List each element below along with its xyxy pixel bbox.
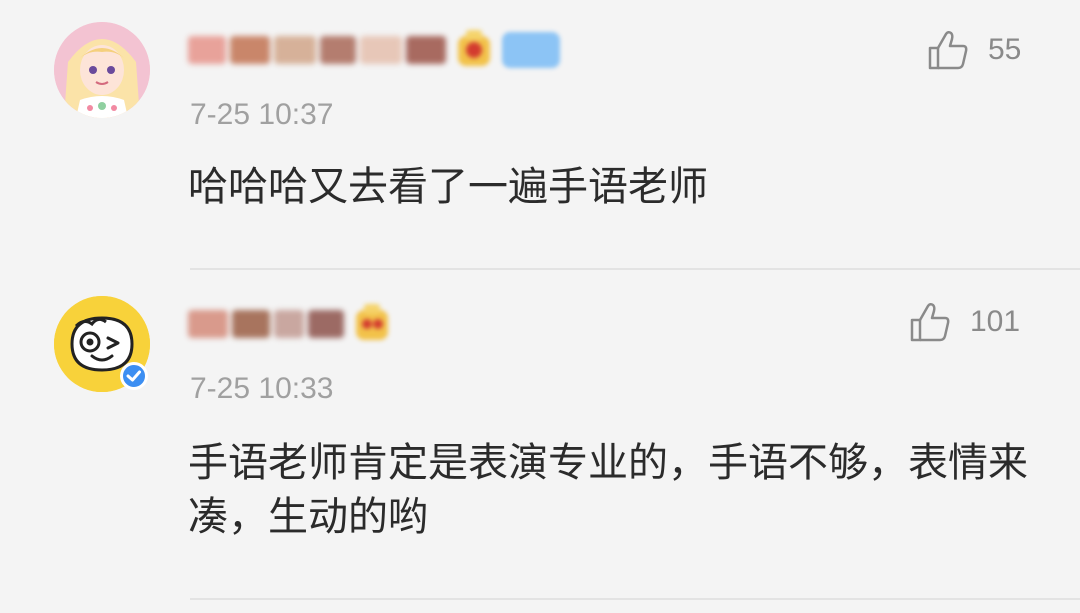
like-count: 101 — [970, 305, 1021, 338]
timestamp: 7-25 10:33 — [190, 372, 334, 405]
comment-item: 101 7-25 10:33 手语老师肯定是表演专业的，手语不够，表情来凑，生动… — [0, 270, 1080, 600]
thumbs-up-icon — [910, 302, 950, 342]
avatar-image — [54, 22, 150, 118]
comment-feed: 55 7-25 10:37 哈哈哈又去看了一遍手语老师 101 7-25 10:… — [0, 0, 1080, 613]
like-button[interactable]: 55 — [926, 28, 1021, 72]
timestamp: 7-25 10:37 — [190, 98, 334, 131]
thumbs-up-icon — [928, 30, 968, 70]
comment-text: 哈哈哈又去看了一遍手语老师 — [188, 164, 708, 210]
blurred-username — [188, 310, 344, 338]
username[interactable] — [188, 302, 394, 346]
comment-item: 55 7-25 10:37 哈哈哈又去看了一遍手语老师 — [0, 0, 1080, 268]
avatar[interactable] — [54, 296, 150, 392]
like-count: 55 — [988, 33, 1022, 66]
user-medal-icon — [356, 304, 388, 340]
username[interactable] — [188, 28, 560, 72]
avatar[interactable] — [54, 22, 150, 118]
blurred-username — [188, 36, 446, 64]
divider — [190, 598, 1080, 600]
verified-check-icon — [120, 362, 148, 390]
like-button[interactable]: 101 — [908, 300, 1020, 344]
comment-text: 手语老师肯定是表演专业的，手语不够，表情来凑，生动的哟 — [188, 440, 1028, 540]
level-badge — [502, 32, 560, 68]
user-medal-icon — [458, 30, 490, 66]
